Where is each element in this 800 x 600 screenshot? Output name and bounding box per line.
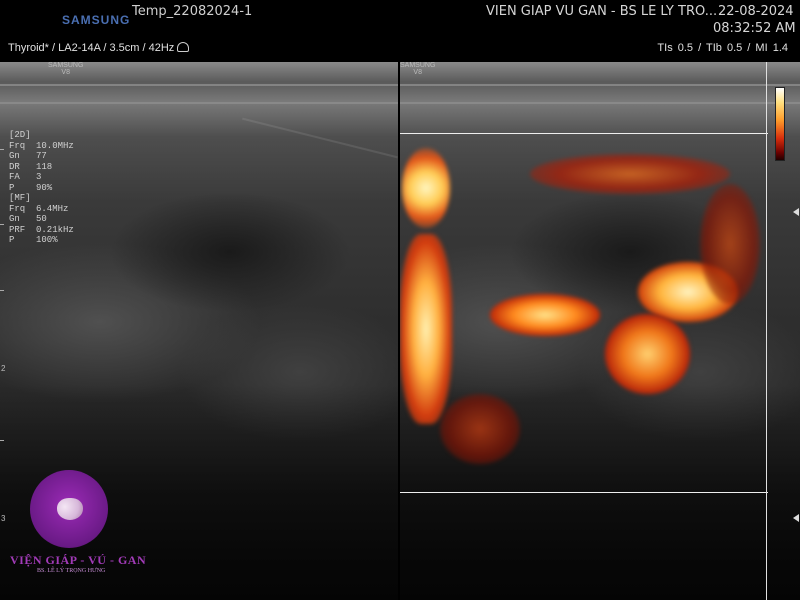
flow-signal [530, 154, 730, 194]
tissue-layer [400, 102, 800, 104]
colorbar-icon [775, 87, 785, 161]
preset-label: Thyroid* / LA2-14A / 3.5cm / 42Hz [8, 42, 190, 54]
param-key: Frq [9, 203, 26, 214]
param-value: 50 [36, 214, 47, 224]
watermark-name: VIỆN GIÁP - VÚ - GAN [10, 553, 147, 567]
param-row: Gn 50 [9, 214, 74, 225]
flow-signal [440, 394, 520, 464]
probe-logo-left: SAMSUNG V8 [48, 62, 83, 76]
flow-signal [605, 314, 690, 394]
param-row: DR 118 [9, 162, 74, 173]
top-info-bar: SAMSUNG Temp_22082024-1 VIEN GIAP VU GAN… [0, 0, 800, 62]
param-value: 100% [36, 235, 58, 245]
doppler-guide-line[interactable] [766, 62, 767, 600]
watermark-doctor: BS. LÊ LÝ TRỌNG HƯNG [37, 568, 106, 574]
param-value: 6.4MHz [36, 203, 69, 214]
param-row: PRF 0.21kHz [9, 225, 74, 236]
param-key: P [9, 182, 15, 193]
params-2d-block: [2D] Frq 10.0MHz Gn 77 DR 118 FA 3 P 90% [MF]… [9, 130, 74, 246]
probe-logo-model: V8 [61, 69, 70, 76]
tissue-layer [400, 84, 800, 86]
param-value: 118 [36, 161, 53, 172]
flow-signal [700, 184, 760, 304]
flow-signal [400, 234, 452, 424]
param-key: FA [9, 172, 20, 182]
param-key: PRF [9, 224, 26, 235]
depth-tick-mark [0, 149, 4, 150]
probe-logo-right: SAMSUNG V8 [400, 62, 435, 76]
param-row: FA 3 [9, 172, 74, 183]
brand-logo: SAMSUNG [62, 13, 131, 27]
probe-icon [177, 42, 190, 52]
thyroid-logo-icon [57, 498, 83, 520]
probe-logo-model: V8 [413, 69, 422, 76]
depth-tick-mark [0, 440, 4, 441]
param-row: P 90% [9, 183, 74, 194]
param-row: P 100% [9, 235, 74, 246]
depth-tick-mark [0, 290, 4, 291]
param-row: Gn 77 [9, 151, 74, 162]
exam-time: 08:32:52 AM [713, 21, 796, 36]
param-key: Frq [9, 140, 26, 151]
clinic-logo [30, 470, 110, 550]
param-row: Frq 6.4MHz [9, 204, 74, 215]
tissue-layer [0, 102, 398, 104]
param-key: Gn [9, 214, 20, 224]
param-value: 10.0MHz [36, 140, 74, 151]
param-value: 3 [36, 172, 42, 182]
probe-logo-brand: SAMSUNG [48, 62, 84, 69]
param-value: 0.21kHz [36, 224, 74, 235]
depth-tick-mark [0, 224, 4, 225]
safety-indices: TIs 0.5 / TIb 0.5 / MI 1.4 [657, 42, 788, 54]
preset-text: Thyroid* / LA2-14A / 3.5cm / 42Hz [8, 42, 175, 54]
flow-signal [402, 148, 450, 228]
exam-date: 22-08-2024 [718, 4, 794, 19]
param-value: 77 [36, 151, 47, 161]
doppler-roi-box[interactable] [400, 133, 768, 493]
focus-marker-icon[interactable] [793, 208, 799, 216]
focus-marker-icon[interactable] [793, 514, 799, 522]
param-value: 90% [36, 182, 53, 193]
tissue-layer [0, 84, 398, 86]
depth-tick-label: 2 [1, 364, 6, 373]
params-mf-mode: [MF] [9, 193, 31, 203]
institution-name: VIEN GIAP VU GAN - BS LE LY TRO... [486, 4, 718, 19]
param-row: Frq 10.0MHz [9, 141, 74, 152]
params-2d-mode: [2D] [9, 130, 31, 140]
probe-logo-brand: SAMSUNG [400, 62, 436, 69]
flow-signal [490, 294, 600, 336]
depth-tick-label: 3 [1, 514, 6, 523]
patient-id: Temp_22082024-1 [132, 4, 253, 19]
param-key: Gn [9, 151, 20, 161]
param-key: P [9, 235, 15, 245]
param-key: DR [9, 161, 20, 172]
doppler-image-pane[interactable]: SAMSUNG V8 [400, 62, 800, 600]
